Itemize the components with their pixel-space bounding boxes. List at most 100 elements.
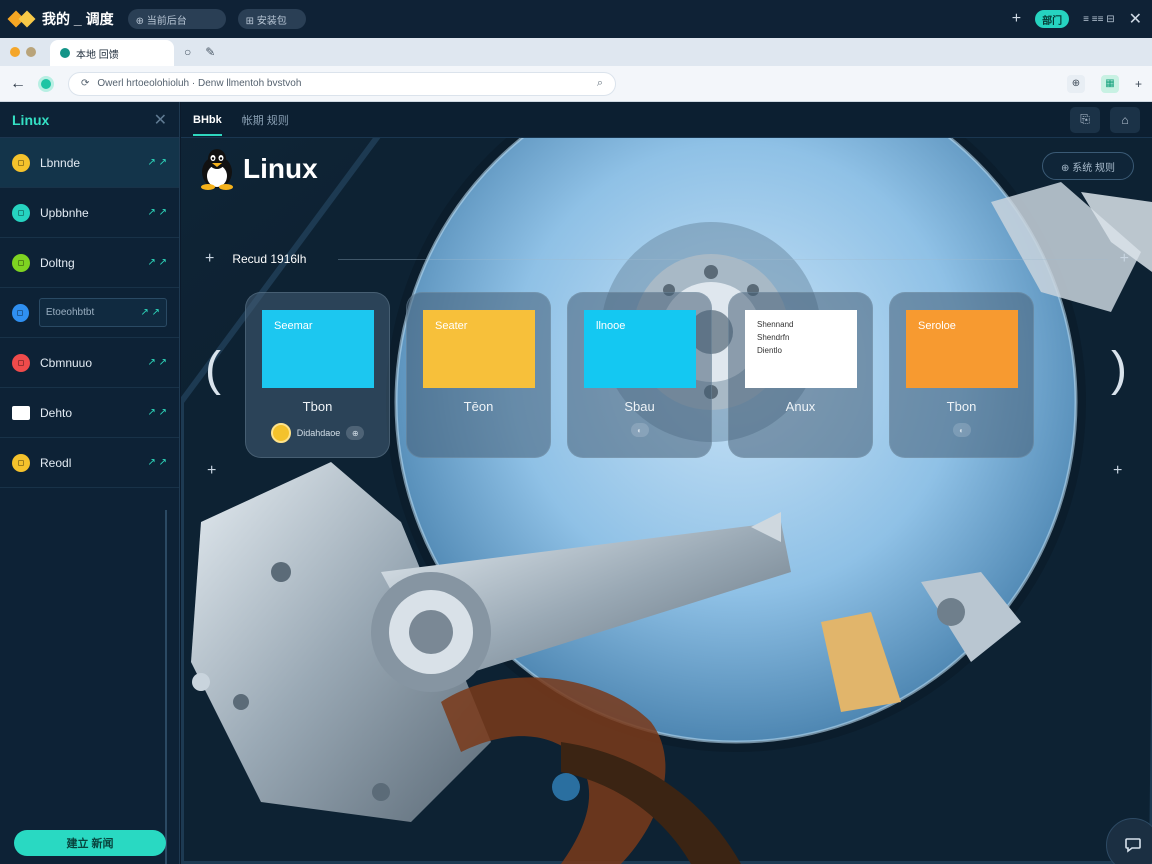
extension-icon[interactable]: ▦ — [1100, 74, 1119, 93]
arrow-icon[interactable]: ↗ ↗ — [147, 457, 167, 468]
recent-card[interactable]: Shennand Shendrfn Dientlo Anux — [728, 292, 873, 458]
card-tile-text: Seater — [435, 320, 468, 332]
sidebar-item-label: Dehto — [40, 405, 73, 420]
card-tile-line: Dientlo — [757, 346, 782, 355]
tab-active[interactable]: BHbk — [193, 104, 222, 136]
edit-icon[interactable]: ✎ — [205, 45, 215, 59]
main-tabbar: BHbk 帐期 规则 ⎘ ⌂ — [181, 102, 1152, 138]
card-thumbnail: Seater — [423, 310, 535, 388]
recent-card[interactable]: Seemar Tbon Didahdaoe ⊕ — [245, 292, 390, 458]
create-news-button[interactable]: 建立 新闻 — [14, 830, 166, 856]
item-color-icon — [12, 153, 30, 172]
hard-drive-background-image — [181, 102, 1152, 864]
arrow-icon[interactable]: ↗ ↗ — [147, 407, 167, 418]
window-controls[interactable]: ≡ ≡≡ ⊟ — [1083, 14, 1114, 25]
sidebar-item-label: Cbmnuuo — [40, 355, 93, 370]
url-field[interactable]: ⟳ Owerl hrtoeolohioluh · Denw llmentoh b… — [68, 71, 616, 96]
page-title: Linux — [243, 153, 318, 184]
item-color-icon — [12, 353, 30, 372]
system-rules-button[interactable]: ⊕ 系统 规则 — [1042, 152, 1134, 180]
arrow-icon[interactable]: ↗ ↗ — [147, 157, 167, 168]
add-icon[interactable]: + — [1012, 10, 1021, 28]
add-icon[interactable]: + — [1113, 462, 1122, 480]
sidebar-item[interactable]: Cbmnuuo ↗ ↗ — [0, 338, 179, 388]
card-thumbnail: Seemar — [262, 310, 374, 388]
department-badge[interactable]: 部门 — [1035, 10, 1070, 28]
card-caption: Tbon — [302, 399, 333, 414]
card-caption: Sbau — [624, 399, 655, 414]
window-dot-icon[interactable] — [10, 47, 20, 57]
sidebar-item[interactable]: Dehto ↗ ↗ — [0, 388, 179, 438]
card-caption: Tēon — [463, 399, 494, 414]
arrow-icon[interactable]: ↗ ↗ — [140, 307, 160, 318]
card-tile-line: Shennand — [757, 320, 794, 329]
package-pill[interactable]: ⊞ 安装包 — [237, 9, 306, 29]
add-icon[interactable]: + — [207, 462, 216, 480]
browser-tabstrip: 本地 回馈 ○ ✎ — [0, 38, 1152, 66]
item-color-icon — [12, 303, 29, 322]
card-thumbnail: Seroloe — [906, 310, 1018, 388]
arrow-icon[interactable]: ↗ ↗ — [147, 357, 167, 368]
recent-card[interactable]: Seroloe Tbon ◐ — [889, 292, 1034, 458]
sidebar-title: Linux — [12, 111, 50, 128]
back-arrow-icon[interactable]: ← — [10, 75, 26, 93]
carousel-next-icon[interactable]: ) — [1111, 342, 1127, 397]
card-thumbnail: Shennand Shendrfn Dientlo — [745, 310, 857, 388]
brand[interactable]: 我的 _ 调度 — [7, 9, 114, 29]
window-dot-icon[interactable] — [26, 47, 36, 57]
card-action-icon[interactable]: ◐ — [630, 423, 649, 437]
sidebar-item[interactable]: Etoeohbtbt ↗ ↗ — [0, 288, 179, 338]
sidebar-item[interactable]: Doltng ↗ ↗ — [0, 238, 179, 288]
brand-title: 我的 _ 调度 — [42, 11, 114, 27]
arrow-icon[interactable]: ↗ ↗ — [147, 257, 167, 268]
card-caption: Tbon — [946, 399, 977, 414]
url-text: Owerl hrtoeolohioluh · Denw llmentoh bvs… — [97, 78, 302, 89]
recent-section-header: + Recud 1916lh + — [205, 250, 1129, 268]
home-icon[interactable]: ⌂ — [1110, 106, 1140, 133]
item-color-icon — [12, 405, 30, 420]
page-header: Linux — [199, 148, 318, 190]
tab-rules[interactable]: 帐期 规则 — [242, 112, 289, 128]
card-tile-text: llnooe — [596, 320, 626, 332]
section-label: Recud 1916lh — [232, 252, 307, 266]
close-icon[interactable]: ✕ — [154, 110, 167, 130]
card-action-icon[interactable]: ⊕ — [346, 426, 365, 440]
new-tab-icon[interactable]: ○ — [184, 45, 191, 59]
site-favicon-icon — [60, 48, 70, 58]
browser-address-bar: ← ⟳ Owerl hrtoeolohioluh · Denw llmentoh… — [0, 66, 1152, 102]
carousel-prev-icon[interactable]: ( — [205, 342, 221, 397]
sidebar-scrollbar[interactable] — [165, 510, 167, 864]
add-icon[interactable]: + — [1135, 77, 1142, 91]
search-icon[interactable]: ⌕ — [597, 77, 603, 90]
avatar — [270, 423, 291, 443]
close-icon[interactable]: ✕ — [1129, 9, 1142, 29]
sidebar-item-label: Doltng — [40, 255, 75, 270]
card-tile-text: Seemar — [274, 320, 313, 332]
sidebar-item[interactable]: Lbnnde ↗ ↗ — [0, 138, 179, 188]
item-color-icon — [12, 453, 30, 472]
card-caption: Anux — [785, 399, 816, 414]
sidebar-item[interactable]: Reodl ↗ ↗ — [0, 438, 179, 488]
card-tile-line: Shendrfn — [757, 333, 790, 342]
recent-card[interactable]: llnooe Sbau ◐ — [567, 292, 712, 458]
card-action-icon[interactable]: ◐ — [952, 423, 971, 437]
extension-icon[interactable]: ⊕ — [1066, 74, 1085, 93]
arrow-icon[interactable]: ↗ ↗ — [147, 207, 167, 218]
refresh-icon[interactable]: ⟳ — [81, 78, 89, 89]
sidebar: Linux ✕ Lbnnde ↗ ↗ Upbbnhe ↗ ↗ Doltng ↗ … — [0, 102, 180, 864]
sidebar-item-box[interactable]: Etoeohbtbt ↗ ↗ — [38, 298, 167, 327]
sidebar-item-label: Reodl — [40, 455, 72, 470]
share-icon[interactable]: ⎘ — [1070, 106, 1100, 133]
sidebar-item[interactable]: Upbbnhe ↗ ↗ — [0, 188, 179, 238]
chat-bubble-icon — [1125, 838, 1141, 853]
sidebar-item-label: Etoeohbtbt — [45, 307, 95, 318]
main-panel: BHbk 帐期 规则 ⎘ ⌂ Linux ⊕ 系统 规则 + Recud 191… — [181, 102, 1152, 864]
browser-tab[interactable]: 本地 回馈 — [50, 40, 174, 66]
recent-card[interactable]: Seater Tēon — [406, 292, 551, 458]
add-icon[interactable]: + — [1120, 250, 1129, 268]
add-icon[interactable]: + — [205, 250, 214, 268]
workspace-pill[interactable]: ⊕ 当前后台 — [127, 9, 226, 29]
tux-penguin-icon — [201, 149, 233, 190]
sidebar-item-label: Lbnnde — [40, 155, 81, 170]
site-identity-icon[interactable] — [38, 75, 54, 92]
